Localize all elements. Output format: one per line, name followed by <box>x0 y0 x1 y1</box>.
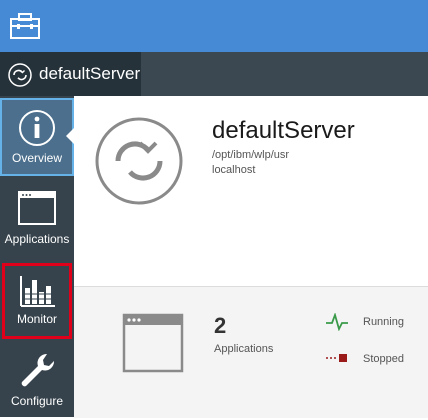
sidebar-item-applications[interactable]: Applications <box>0 178 74 258</box>
sidebar-item-overview[interactable]: Overview <box>0 98 74 176</box>
main-content: defaultServer /opt/ibm/wlp/usr localhost… <box>74 96 428 418</box>
server-summary-card: defaultServer /opt/ibm/wlp/usr localhost <box>74 96 428 286</box>
running-icon <box>326 313 348 331</box>
toolbox-icon[interactable] <box>10 13 40 39</box>
app-window-icon[interactable] <box>122 313 184 373</box>
server-tab[interactable]: defaultServer <box>0 52 141 96</box>
sidebar: Overview Applications Monitor Configure <box>0 96 74 417</box>
running-label[interactable]: Running <box>363 316 404 328</box>
server-host: localhost <box>212 164 256 176</box>
server-path: /opt/ibm/wlp/usr <box>212 149 290 161</box>
sidebar-item-configure[interactable]: Configure <box>0 340 74 420</box>
sidebar-item-label: Monitor <box>16 312 57 326</box>
info-icon <box>19 110 55 146</box>
selected-indicator <box>66 128 74 144</box>
sidebar-item-label: Configure <box>10 394 64 408</box>
server-tab-label: defaultServer <box>39 64 141 83</box>
sidebar-item-monitor[interactable]: Monitor <box>2 263 72 339</box>
application-stats: 2 Applications Running Stopped <box>74 286 428 418</box>
app-window-icon <box>18 191 56 225</box>
server-sync-icon <box>95 117 183 205</box>
server-bar: defaultServer <box>0 52 428 96</box>
stopped-icon <box>326 354 347 362</box>
application-count[interactable]: 2 <box>214 313 226 339</box>
stopped-label[interactable]: Stopped <box>363 353 404 365</box>
server-sync-icon <box>8 63 32 87</box>
server-name: defaultServer <box>212 117 355 144</box>
wrench-icon <box>21 353 55 387</box>
application-count-label: Applications <box>214 343 274 355</box>
sidebar-item-label: Applications <box>4 232 70 246</box>
top-banner <box>0 0 428 52</box>
sidebar-item-label: Overview <box>11 151 62 165</box>
bar-chart-icon <box>20 276 55 307</box>
